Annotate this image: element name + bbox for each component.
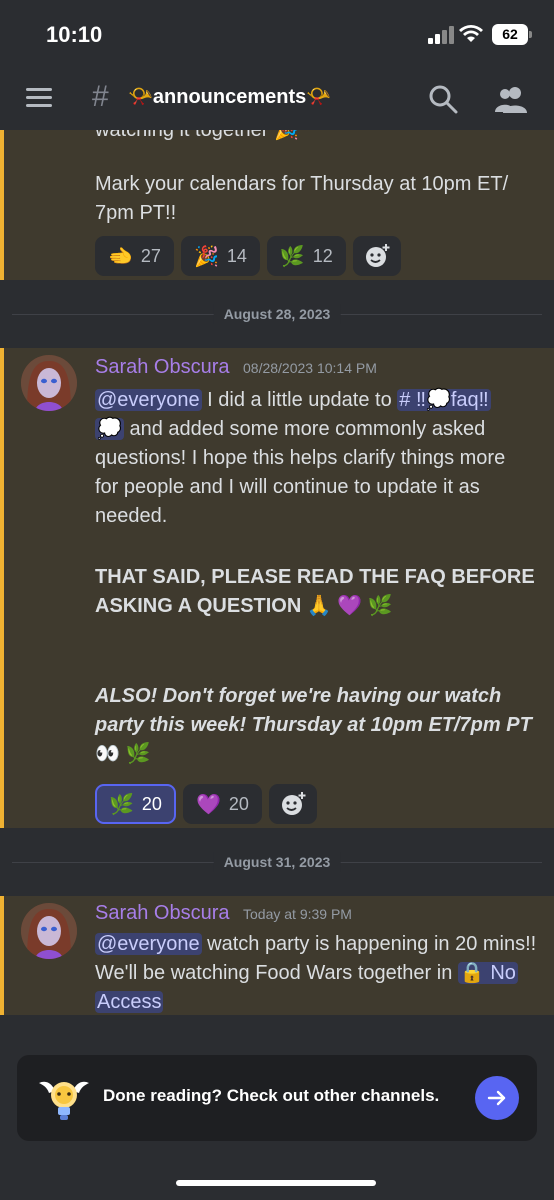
message-text: We'll be watching Food Wars together in	[95, 962, 458, 984]
reaction-party[interactable]: 🎉 14	[180, 236, 260, 276]
message-text: THAT SAID, PLEASE READ THE FAQ BEFORE	[95, 566, 535, 588]
message-body: @everyone watch party is happening in 20…	[95, 930, 545, 1015]
date-divider-label: August 31, 2023	[213, 852, 341, 872]
message-text: party this week! Thursday at 10pm ET/7pm…	[95, 714, 532, 736]
next-channel-button[interactable]	[475, 1076, 519, 1120]
message-item: Sarah Obscura Today at 9:39 PM @everyone…	[0, 896, 554, 1015]
channel-mention-no-access[interactable]: 🔒 No	[457, 962, 518, 984]
message-text: 👀 🌿	[95, 743, 151, 765]
message-text: I did a little update to	[201, 389, 398, 411]
date-divider-label: August 28, 2023	[213, 304, 341, 324]
message-feed[interactable]: watching it together 🎉 Mark your calenda…	[0, 130, 554, 1015]
reaction-emoji: 🎉	[193, 245, 219, 268]
home-indicator	[176, 1180, 376, 1186]
author-name[interactable]: Sarah Obscura	[95, 356, 230, 379]
message-text: 7pm PT!!	[95, 202, 177, 224]
avatar[interactable]	[21, 903, 77, 959]
message-item: Sarah Obscura 08/28/2023 10:14 PM @every…	[0, 348, 554, 828]
message-timestamp: 08/28/2023 10:14 PM	[243, 360, 377, 376]
reaction-emoji: 🌿	[109, 793, 134, 816]
message-text: and added some more commonly asked	[123, 418, 486, 440]
date-divider: August 31, 2023	[12, 852, 542, 872]
message-text: questions! I hope this helps clarify thi…	[95, 447, 506, 469]
everyone-mention[interactable]: @everyone	[95, 389, 202, 411]
message-bold-text: THAT SAID, PLEASE READ THE FAQ BEFORE AS…	[95, 563, 545, 621]
reaction-count: 14	[226, 245, 247, 266]
avatar[interactable]	[21, 355, 77, 411]
channel-title[interactable]: 📯announcements📯	[128, 84, 331, 109]
menu-icon[interactable]	[26, 88, 52, 108]
message-text: for people and I will continue to update…	[95, 476, 480, 498]
done-reading-card[interactable]: Done reading? Check out other channels.	[17, 1055, 537, 1141]
message-body: @everyone I did a little update to # ‼💭f…	[95, 386, 545, 531]
message-text: Mark your calendars for Thursday at 10pm…	[95, 173, 509, 195]
battery-indicator: 62	[492, 24, 532, 45]
reaction-herb-active[interactable]: 🌿 20	[95, 784, 176, 824]
wifi-icon	[459, 25, 483, 42]
channel-mention-faq-cont[interactable]: 💭	[95, 418, 124, 440]
arrow-right-icon	[487, 1090, 506, 1106]
message-item: watching it together 🎉 Mark your calenda…	[0, 130, 554, 280]
reaction-purple-heart[interactable]: 💜 20	[182, 784, 262, 824]
reaction-count: 12	[312, 245, 333, 266]
date-divider: August 28, 2023	[12, 304, 542, 324]
message-text: needed.	[95, 505, 168, 527]
message-text: watch party is happening in 20 mins!!	[201, 933, 537, 955]
reaction-herb[interactable]: 🌿 12	[266, 236, 346, 276]
message-timestamp: Today at 9:39 PM	[243, 906, 352, 922]
reaction-hand[interactable]: 🫲 27	[95, 236, 174, 276]
message-italic-text: ALSO! Don't forget we're having our watc…	[95, 682, 545, 769]
members-icon[interactable]	[494, 84, 528, 114]
reaction-bar: 🫲 27 🎉 14 🌿 12	[95, 236, 401, 276]
everyone-mention[interactable]: @everyone	[95, 933, 202, 955]
reaction-count: 27	[140, 245, 161, 266]
status-time: 10:10	[46, 22, 103, 47]
add-reaction-button[interactable]	[352, 236, 401, 276]
reaction-emoji: 🫲	[108, 245, 133, 268]
add-reaction-icon	[365, 244, 390, 267]
channel-mention-faq[interactable]: # ‼💭faq‼	[397, 389, 491, 411]
reaction-bar: 🌿 20 💜 20	[95, 784, 317, 824]
lightbulb-mascot-icon	[39, 1081, 89, 1120]
status-bar: 10:10 62	[0, 0, 554, 64]
hash-icon: #	[92, 80, 109, 113]
message-text: watching it together 🎉	[95, 130, 299, 141]
add-reaction-icon	[281, 792, 306, 815]
channel-header: # 📯announcements📯	[0, 64, 554, 130]
reaction-count: 20	[228, 793, 249, 814]
reaction-emoji: 🌿	[279, 245, 305, 268]
done-reading-text: Done reading? Check out other channels.	[103, 1086, 440, 1105]
reaction-count: 20	[141, 793, 162, 814]
author-name[interactable]: Sarah Obscura	[95, 902, 230, 925]
signal-icon	[428, 26, 456, 44]
reaction-emoji: 💜	[195, 793, 221, 816]
search-icon[interactable]	[428, 84, 458, 114]
message-text: ASKING A QUESTION 🙏 💜 🌿	[95, 595, 393, 617]
message-text: ALSO! Don't forget we're having our watc…	[95, 685, 502, 707]
add-reaction-button[interactable]	[268, 784, 317, 824]
channel-mention-no-access-cont[interactable]: Access	[95, 991, 164, 1013]
